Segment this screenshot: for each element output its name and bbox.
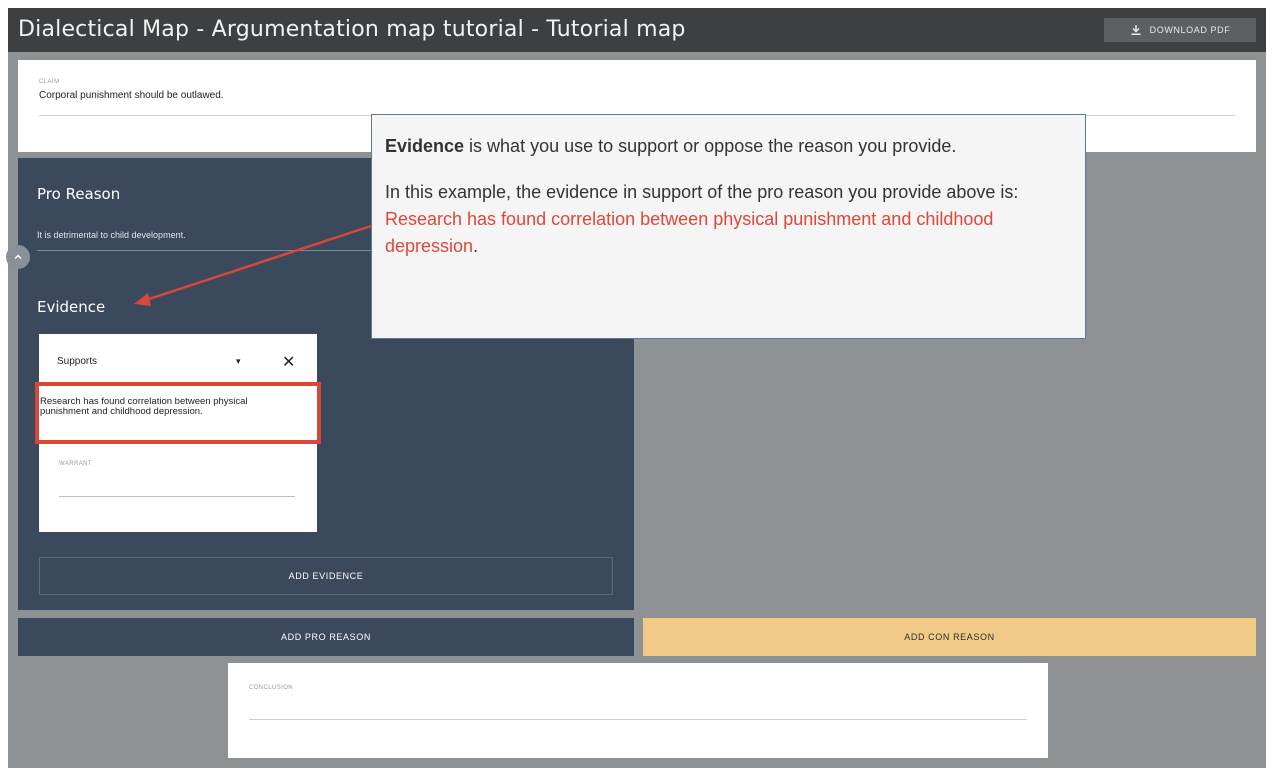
warrant-label: WARRANT xyxy=(59,461,92,467)
tutorial-callout: Evidence is what you use to support or o… xyxy=(371,114,1086,339)
pro-reason-underline xyxy=(37,250,417,251)
evidence-highlight-box: Research has found correlation between p… xyxy=(35,382,321,444)
page-title: Dialectical Map - Argumentation map tuto… xyxy=(18,17,686,42)
app-header: Dialectical Map - Argumentation map tuto… xyxy=(8,8,1266,52)
pro-reason-text[interactable]: It is detrimental to child development. xyxy=(37,230,186,240)
callout-paragraph-2: In this example, the evidence in support… xyxy=(385,179,1072,260)
warrant-input[interactable] xyxy=(59,496,295,497)
callout-paragraph-1: Evidence is what you use to support or o… xyxy=(385,133,1072,160)
chevron-up-icon xyxy=(14,254,22,259)
claim-text[interactable]: Corporal punishment should be outlawed. xyxy=(39,90,224,101)
download-pdf-button[interactable]: DOWNLOAD PDF xyxy=(1104,18,1256,42)
add-con-reason-button[interactable]: ADD CON REASON xyxy=(643,618,1256,656)
callout-example-prefix: In this example, the evidence in support… xyxy=(385,182,1019,202)
close-icon[interactable]: ✕ xyxy=(282,352,295,372)
add-evidence-button[interactable]: ADD EVIDENCE xyxy=(39,557,613,595)
claim-label: CLAIM xyxy=(39,79,60,85)
download-pdf-label: DOWNLOAD PDF xyxy=(1149,25,1231,35)
pro-reason-title: Pro Reason xyxy=(37,185,121,203)
callout-term: Evidence xyxy=(385,136,465,156)
collapse-button[interactable] xyxy=(6,245,30,269)
evidence-text[interactable]: Research has found correlation between p… xyxy=(39,386,289,417)
evidence-type-select[interactable]: Supports xyxy=(57,356,97,367)
download-icon xyxy=(1131,25,1141,35)
conclusion-input[interactable] xyxy=(249,719,1027,720)
callout-example-suffix: . xyxy=(473,236,479,256)
dropdown-caret-icon[interactable]: ▾ xyxy=(236,356,241,367)
conclusion-card[interactable]: CONCLUSION xyxy=(228,663,1048,758)
conclusion-label: CONCLUSION xyxy=(249,685,294,691)
add-pro-reason-button[interactable]: ADD PRO REASON xyxy=(18,618,634,656)
callout-definition: is what you use to support or oppose the… xyxy=(464,136,957,156)
evidence-title: Evidence xyxy=(37,298,106,316)
